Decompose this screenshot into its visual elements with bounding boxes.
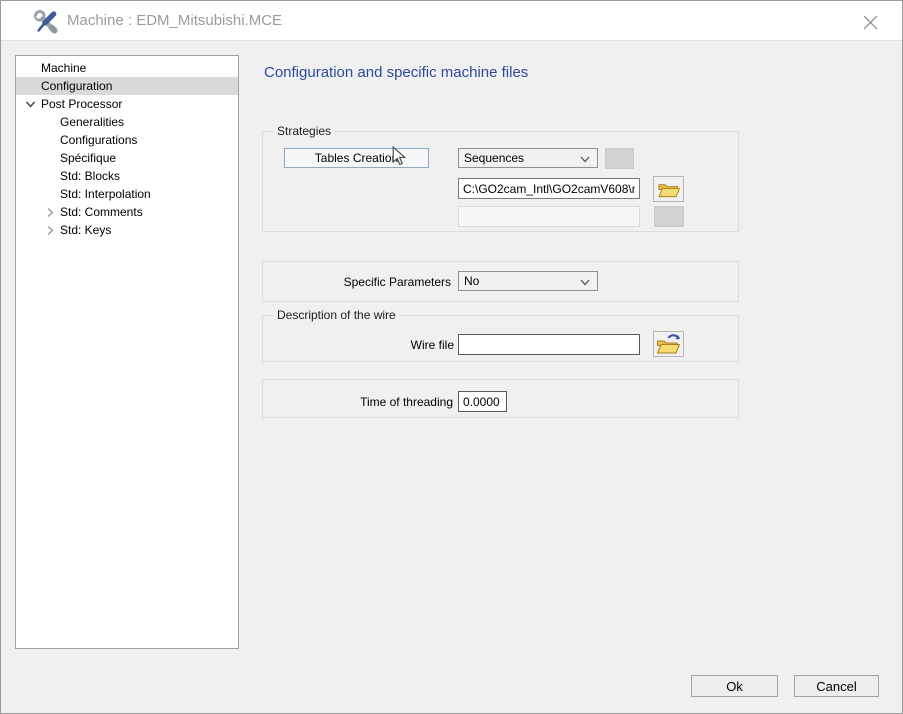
sidebar-item-generalities[interactable]: Generalities — [16, 113, 238, 131]
cancel-button[interactable]: Cancel — [794, 675, 879, 697]
time-of-threading-label: Time of threading — [351, 395, 453, 409]
strategies-legend: Strategies — [273, 125, 335, 138]
sidebar-item-std-keys[interactable]: Std: Keys — [16, 221, 238, 239]
sidebar-item-label: Std: Blocks — [16, 167, 120, 185]
sidebar-item-label: Spécifique — [16, 149, 116, 167]
chevron-down-icon — [580, 156, 590, 163]
mouse-cursor-icon — [392, 146, 406, 166]
sidebar-item-label: Generalities — [16, 113, 124, 131]
sidebar-item-specifique[interactable]: Spécifique — [16, 149, 238, 167]
chevron-right-icon[interactable] — [45, 225, 56, 236]
secondary-aux-button — [654, 206, 684, 227]
sidebar-item-label: Std: Interpolation — [16, 185, 151, 203]
specific-parameters-value: No — [464, 274, 479, 288]
machine-path-input[interactable] — [458, 178, 640, 199]
secondary-path-input — [458, 206, 640, 227]
sidebar-item-std-blocks[interactable]: Std: Blocks — [16, 167, 238, 185]
sequence-select-value: Sequences — [464, 151, 524, 165]
sidebar-item-machine[interactable]: Machine — [16, 59, 238, 77]
open-folder-icon — [657, 180, 681, 199]
sidebar-item-std-comments[interactable]: Std: Comments — [16, 203, 238, 221]
sidebar-item-configuration[interactable]: Configuration — [16, 77, 238, 95]
chevron-right-icon[interactable] — [45, 207, 56, 218]
close-button[interactable] — [860, 12, 880, 32]
close-icon — [863, 15, 878, 30]
wire-file-input[interactable] — [458, 334, 640, 355]
chevron-down-icon[interactable] — [25, 99, 36, 110]
sidebar-item-label: Std: Comments — [16, 203, 143, 221]
ok-button[interactable]: Ok — [691, 675, 778, 697]
sidebar-item-label: Std: Keys — [16, 221, 111, 239]
specific-parameters-label: Specific Parameters — [301, 275, 451, 289]
sidebar-item-std-interpolation[interactable]: Std: Interpolation — [16, 185, 238, 203]
wrench-screwdriver-icon — [32, 9, 61, 36]
browse-wire-button[interactable] — [653, 331, 684, 357]
machine-dialog: Machine : EDM_Mitsubishi.MCE Machine Con… — [0, 0, 903, 714]
dialog-body: Machine Configuration Post Processor Gen… — [1, 41, 902, 713]
wire-legend: Description of the wire — [273, 309, 400, 322]
sidebar-item-label: Configurations — [16, 131, 137, 149]
sidebar-item-configurations[interactable]: Configurations — [16, 131, 238, 149]
sidebar-item-label: Configuration — [16, 77, 112, 95]
sequence-aux-button — [605, 148, 634, 169]
sidebar-item-label: Machine — [16, 59, 86, 77]
title-bar: Machine : EDM_Mitsubishi.MCE — [1, 1, 902, 41]
time-of-threading-input[interactable] — [458, 391, 507, 412]
window-title: Machine : EDM_Mitsubishi.MCE — [67, 1, 282, 41]
browse-path-button[interactable] — [653, 176, 684, 202]
specific-parameters-select[interactable]: No — [458, 271, 598, 291]
sidebar-item-post-processor[interactable]: Post Processor — [16, 95, 238, 113]
chevron-down-icon — [580, 279, 590, 286]
settings-tree: Machine Configuration Post Processor Gen… — [15, 55, 239, 649]
page-title: Configuration and specific machine files — [264, 64, 528, 81]
sequence-select[interactable]: Sequences — [458, 148, 598, 168]
wire-file-label: Wire file — [381, 338, 454, 352]
open-folder-arrow-icon — [656, 333, 681, 355]
tables-creation-button[interactable]: Tables Creation — [284, 148, 429, 168]
